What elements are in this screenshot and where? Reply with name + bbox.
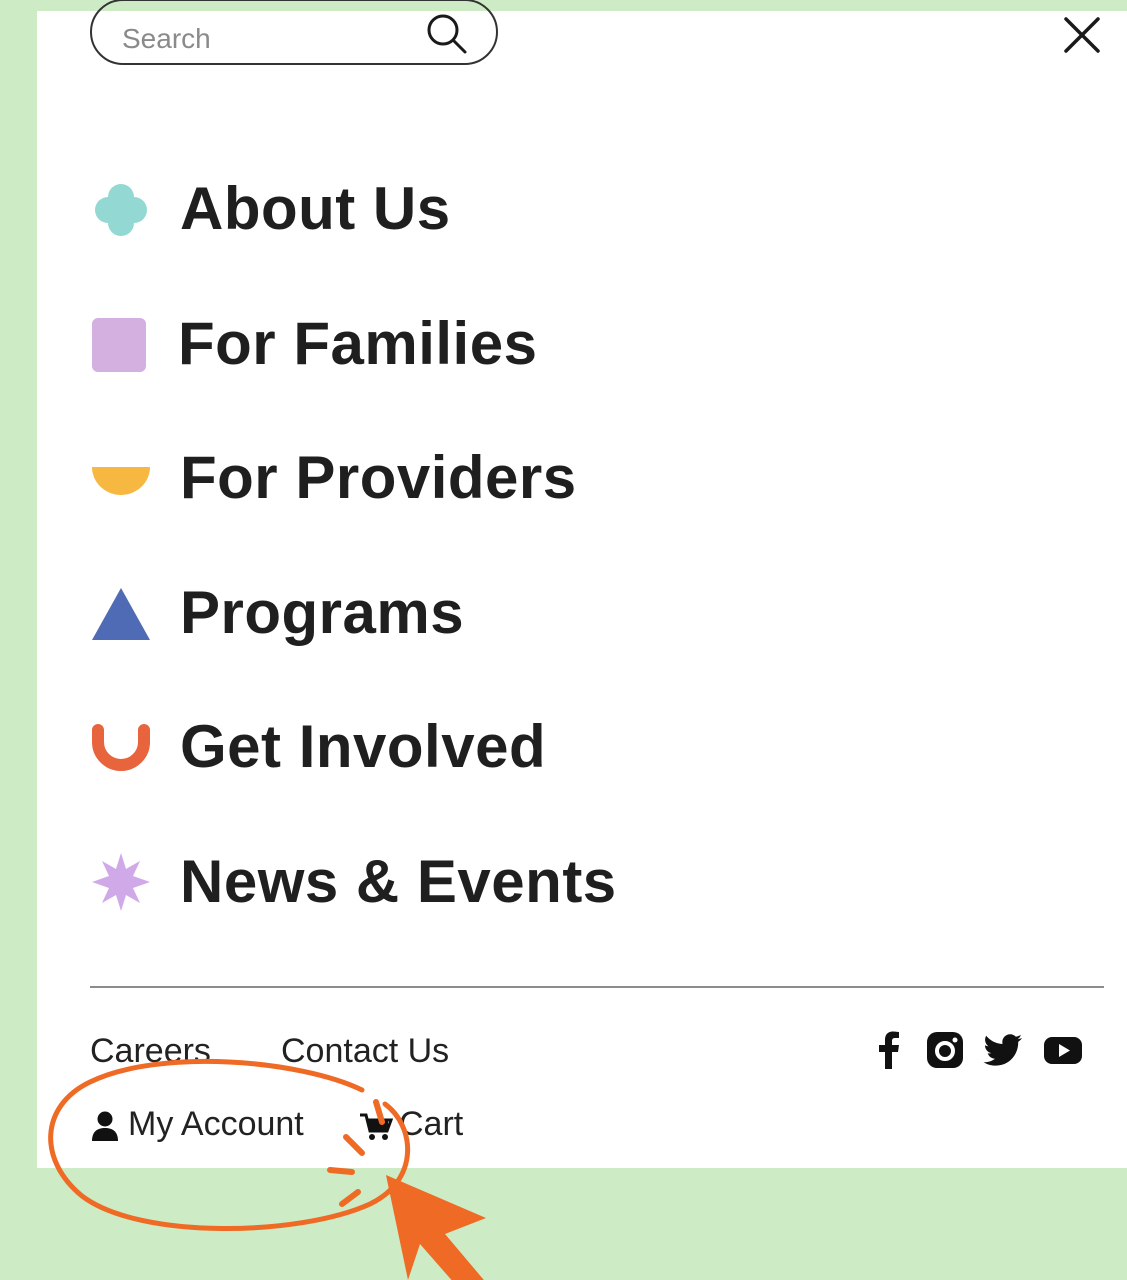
- lavender-starburst-icon: [92, 853, 150, 911]
- emphasis-dash: [339, 1189, 361, 1207]
- nav-item-news-events[interactable]: News & Events: [90, 847, 790, 917]
- nav-label: Get Involved: [180, 713, 547, 780]
- pointer-arrow-icon: [386, 1175, 486, 1280]
- careers-link[interactable]: Careers: [90, 1031, 211, 1071]
- nav-label: For Families: [178, 310, 538, 377]
- nav-item-for-providers[interactable]: For Providers: [90, 443, 790, 513]
- cart-label: Cart: [399, 1105, 464, 1143]
- nav-item-programs[interactable]: Programs: [90, 578, 790, 648]
- nav-label: For Providers: [180, 444, 577, 511]
- cart-link[interactable]: Cart: [359, 1104, 489, 1148]
- contact-us-link[interactable]: Contact Us: [281, 1031, 449, 1071]
- twitter-icon[interactable]: [982, 1029, 1024, 1071]
- search-icon[interactable]: [426, 13, 468, 55]
- nav-label: About Us: [180, 175, 451, 242]
- menu-panel: Search About Us For Families For Provide…: [37, 0, 1127, 1168]
- my-account-link[interactable]: My Account: [90, 1104, 350, 1148]
- instagram-icon[interactable]: [924, 1029, 966, 1071]
- lilac-square-icon: [92, 318, 146, 372]
- blue-triangle-icon: [92, 588, 150, 640]
- yellow-half-circle-icon: [92, 467, 150, 495]
- nav-item-for-families[interactable]: For Families: [90, 309, 790, 379]
- cart-icon: [360, 1113, 393, 1140]
- nav-label: Programs: [180, 579, 465, 646]
- nav-label: News & Events: [180, 848, 617, 915]
- divider: [90, 986, 1104, 988]
- youtube-icon[interactable]: [1042, 1029, 1084, 1071]
- facebook-icon[interactable]: [868, 1029, 910, 1071]
- teal-quatrefoil-icon: [95, 184, 147, 236]
- search-input[interactable]: Search: [122, 23, 211, 55]
- nav-item-get-involved[interactable]: Get Involved: [90, 712, 790, 782]
- user-icon: [92, 1111, 118, 1141]
- orange-smile-arc-icon: [92, 724, 150, 771]
- close-icon[interactable]: [1062, 15, 1102, 55]
- emphasis-dash: [327, 1167, 355, 1175]
- search-bar[interactable]: Search: [90, 0, 498, 65]
- nav-item-about-us[interactable]: About Us: [90, 174, 790, 244]
- my-account-label: My Account: [128, 1105, 304, 1143]
